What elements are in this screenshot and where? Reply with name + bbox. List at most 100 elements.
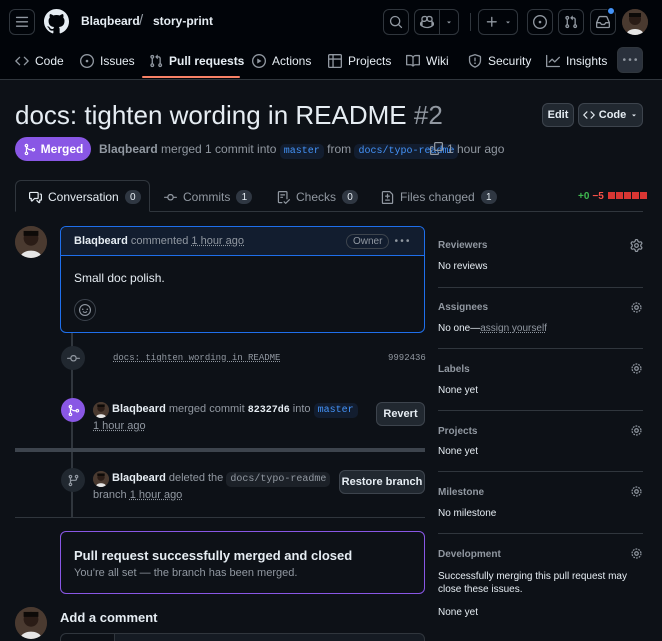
tab-issues-label: Issues: [100, 54, 135, 68]
pr-time: 1 hour ago: [447, 142, 505, 156]
revert-button[interactable]: Revert: [376, 402, 425, 426]
pr-tab-files-changed[interactable]: Files changed 1: [381, 190, 497, 204]
labels-value: None yet: [438, 385, 479, 396]
merge-branch[interactable]: master: [313, 403, 358, 418]
pr-title: docs: tighten wording in README #2: [15, 100, 443, 131]
sidebar-divider: [438, 410, 643, 411]
assignees-gear-icon[interactable]: [630, 301, 643, 314]
commit-message-link[interactable]: docs: tighten wording in README: [113, 353, 280, 363]
tab-security-label: Security: [488, 54, 532, 68]
issue-opened-icon: [80, 54, 94, 68]
base-branch[interactable]: master: [279, 144, 324, 159]
delete-time[interactable]: 1 hour ago: [130, 489, 183, 501]
tab-wiki[interactable]: Wiki: [406, 52, 449, 70]
editor-write-tab[interactable]: [61, 634, 115, 641]
global-header: Blaqbeard / story-print Code Issues Pull…: [0, 0, 662, 80]
current-user-avatar[interactable]: [15, 607, 47, 639]
pull-requests-shortcut-button[interactable]: [558, 9, 584, 35]
merge-sha[interactable]: 82327d6: [248, 405, 290, 416]
projects-heading[interactable]: Projects: [438, 426, 477, 437]
tab-pull-requests-label: Pull requests: [169, 54, 245, 68]
assignees-none: No one—: [438, 323, 481, 334]
tab-wiki-label: Wiki: [426, 54, 449, 68]
tab-pull-requests[interactable]: Pull requests: [149, 52, 244, 70]
delete-text: deleted the: [168, 472, 224, 484]
assignees-heading[interactable]: Assignees: [438, 302, 488, 313]
create-new-button[interactable]: [478, 9, 518, 35]
merged-state-label: Merged: [40, 142, 84, 156]
tab-projects[interactable]: Projects: [328, 52, 391, 70]
copilot-button[interactable]: [414, 9, 459, 35]
tab-code[interactable]: Code: [15, 52, 64, 70]
pr-tab-conversation-label: Conversation: [48, 190, 119, 204]
pr-meta-merged: merged 1 commit into: [161, 142, 277, 156]
comment-time[interactable]: 1 hour ago: [191, 235, 244, 247]
pr-tab-commits[interactable]: Commits 1: [164, 190, 253, 204]
search-button[interactable]: [383, 9, 409, 35]
milestone-heading[interactable]: Milestone: [438, 487, 484, 498]
reviewers-gear-icon[interactable]: [630, 239, 643, 252]
comment-author[interactable]: Blaqbeard: [74, 235, 128, 247]
merge-time-text: 1 hour ago: [93, 420, 146, 432]
owner-badge: Owner: [346, 234, 390, 249]
kebab-horizontal-icon: [623, 58, 637, 61]
github-logo-icon[interactable]: [44, 9, 69, 34]
assignees-value: No one—assign yourself: [438, 323, 547, 334]
reviewers-heading[interactable]: Reviewers: [438, 240, 487, 251]
sidebar-divider: [438, 471, 643, 472]
breadcrumb-owner[interactable]: Blaqbeard: [81, 14, 140, 28]
milestone-gear-icon[interactable]: [630, 485, 643, 498]
development-heading[interactable]: Development: [438, 549, 501, 560]
pr-title-text: docs: tighten wording in README: [15, 100, 407, 130]
git-pull-request-icon: [565, 15, 578, 29]
delete-actor[interactable]: Blaqbeard: [112, 472, 166, 484]
merge-actor-avatar[interactable]: [93, 402, 109, 418]
code-dropdown-button[interactable]: Code: [578, 103, 643, 127]
more-tabs-button[interactable]: [617, 47, 643, 73]
plus-icon: [486, 16, 497, 27]
tab-insights[interactable]: Insights: [546, 52, 607, 70]
assign-yourself-link[interactable]: assign yourself: [480, 323, 547, 334]
delete-actor-avatar[interactable]: [93, 471, 109, 487]
pr-author[interactable]: Blaqbeard: [99, 142, 158, 156]
tab-issues[interactable]: Issues: [80, 52, 135, 70]
user-avatar[interactable]: [622, 9, 648, 35]
labels-gear-icon[interactable]: [630, 362, 643, 375]
copy-branch-button[interactable]: [430, 142, 443, 155]
tab-security[interactable]: Security: [468, 52, 531, 70]
breadcrumb-repo[interactable]: story-print: [153, 14, 213, 28]
pr-tab-checks-label: Checks: [296, 190, 337, 204]
merged-status-box: Pull request successfully merged and clo…: [60, 531, 425, 594]
add-reaction-button[interactable]: [74, 299, 96, 321]
sidebar-divider: [438, 533, 643, 534]
code-button-label: Code: [598, 109, 627, 121]
hamburger-menu-button[interactable]: [9, 9, 35, 35]
pr-tab-checks[interactable]: Checks 0: [277, 190, 359, 204]
merge-into: into: [292, 403, 311, 415]
code-icon: [15, 56, 29, 66]
comment-author-avatar[interactable]: [15, 226, 47, 258]
comment-editor[interactable]: [60, 633, 425, 641]
pr-tab-commits-label: Commits: [183, 190, 231, 204]
merge-time[interactable]: 1 hour ago: [93, 420, 146, 432]
git-merge-icon: [24, 143, 35, 155]
deleted-branch: docs/typo-readme: [226, 472, 331, 487]
pr-tab-commits-count: 1: [236, 190, 253, 204]
copilot-icon: [420, 15, 434, 29]
code-icon: [582, 111, 595, 119]
edit-title-button[interactable]: Edit: [542, 103, 574, 127]
projects-gear-icon[interactable]: [630, 424, 643, 437]
commit-sha[interactable]: 9992436: [388, 353, 426, 363]
labels-heading[interactable]: Labels: [438, 364, 470, 375]
development-gear-icon[interactable]: [630, 547, 643, 560]
tab-actions[interactable]: Actions: [252, 52, 311, 70]
sidebar-divider: [438, 287, 643, 288]
checklist-icon: [277, 190, 290, 204]
merge-actor[interactable]: Blaqbeard: [112, 403, 166, 415]
restore-branch-button[interactable]: Restore branch: [339, 470, 425, 494]
pr-tab-conversation[interactable]: Conversation 0: [29, 190, 141, 204]
issues-shortcut-button[interactable]: [527, 9, 553, 35]
comment-options-button[interactable]: [395, 234, 409, 248]
merge-text: merged commit: [168, 403, 245, 415]
tab-projects-label: Projects: [348, 54, 392, 68]
